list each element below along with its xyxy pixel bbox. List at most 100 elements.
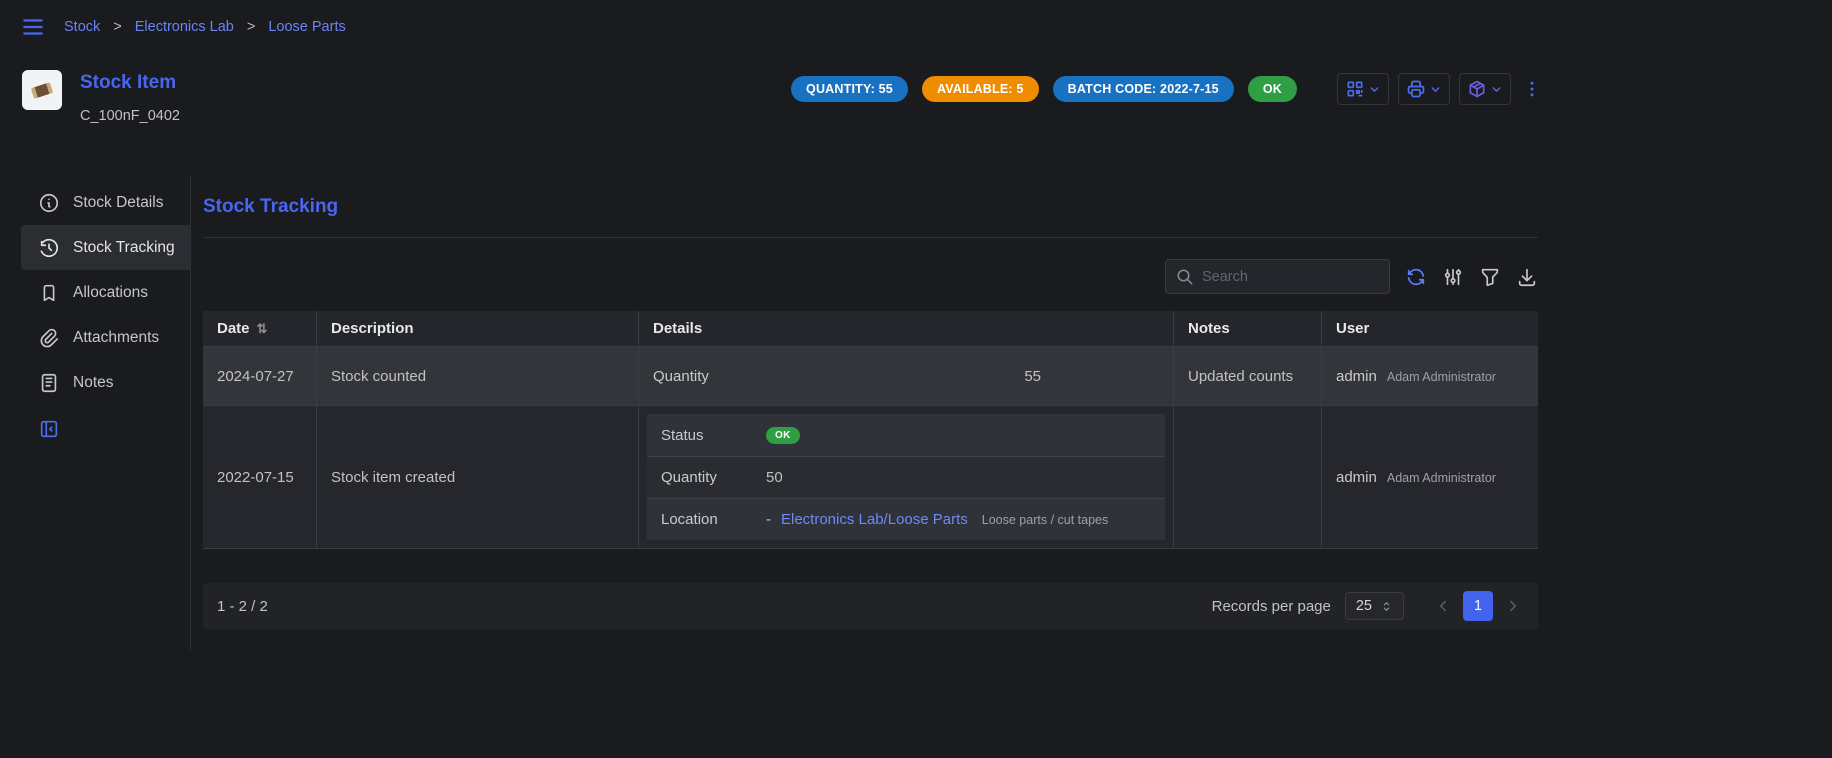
user-full-name: Adam Administrator [1387,471,1496,485]
barcode-actions-button[interactable] [1337,73,1389,105]
search-input[interactable] [1202,269,1379,285]
printer-icon [1406,79,1426,99]
date-value: 2024-07-27 [217,368,294,385]
pagination: 1 [1432,591,1524,621]
records-per-page-value: 25 [1356,598,1372,614]
breadcrumb-separator: > [247,19,255,35]
notes-cell: Updated counts [1174,347,1322,406]
chevron-down-icon [1490,83,1503,96]
ok-status-badge: OK [766,427,800,444]
breadcrumb-link-loose-parts[interactable]: Loose Parts [268,19,345,35]
description-value: Stock item created [331,469,455,486]
filter-funnel-icon [1479,266,1501,288]
stock-item-thumbnail[interactable] [22,70,62,110]
more-options-button[interactable] [1520,76,1544,102]
paperclip-icon [38,327,60,349]
description-value: Stock counted [331,368,426,385]
search-box [1165,259,1390,294]
detail-key: Location [661,511,766,528]
chevron-left-icon [1434,597,1452,615]
page-header: Stock Item C_100nF_0402 QUANTITY: 55 AVA… [0,54,1556,176]
user-cell: admin Adam Administrator [1322,347,1538,406]
content-panel: Stock Tracking [203,176,1538,650]
column-header-label: Notes [1188,320,1230,337]
sidebar-collapse-button[interactable] [38,418,60,440]
username: admin [1336,469,1377,486]
detail-value: 50 [766,469,783,486]
column-header-label: Date [217,320,250,337]
sidebar-collapse-icon [38,418,60,440]
column-header-description[interactable]: Description [317,311,639,347]
detail-row-status: Status OK [647,414,1165,456]
section-divider [203,237,1538,238]
status-badges: QUANTITY: 55 AVAILABLE: 5 BATCH CODE: 20… [791,76,1297,102]
chevron-right-icon [1504,597,1522,615]
notes-icon [38,372,60,394]
column-header-date[interactable]: Date ⇅ [203,311,317,347]
table-row[interactable]: 2024-07-27 Stock counted Quantity 55 Upd… [203,347,1538,406]
user-info: admin Adam Administrator [1336,469,1496,486]
detail-value: 55 [1024,368,1041,385]
page-titles: Stock Item C_100nF_0402 [80,70,180,124]
page-1-button[interactable]: 1 [1463,591,1493,621]
header-actions [1337,73,1544,105]
sidebar-item-allocations[interactable]: Allocations [21,270,190,315]
sidebar-item-label: Notes [73,374,114,392]
print-actions-button[interactable] [1398,73,1450,105]
chevron-down-icon [1429,83,1442,96]
sidebar-item-stock-tracking[interactable]: Stock Tracking [21,225,190,270]
search-icon [1176,268,1194,286]
detail-row-location: Location - Electronics Lab/Loose Parts L… [647,498,1165,540]
date-value: 2022-07-15 [217,469,294,486]
column-header-user[interactable]: User [1322,311,1538,347]
refresh-icon [1405,266,1427,288]
sidebar-item-stock-details[interactable]: Stock Details [21,180,190,225]
breadcrumb-link-electronics-lab[interactable]: Electronics Lab [135,19,234,35]
breadcrumb: Stock > Electronics Lab > Loose Parts [64,19,346,35]
stock-tracking-table: Date ⇅ Description Details Notes User [203,311,1538,549]
history-icon [38,237,60,259]
menu-icon[interactable] [20,14,46,40]
user-full-name: Adam Administrator [1387,370,1496,384]
location-link[interactable]: Electronics Lab/Loose Parts [781,511,968,528]
detail-line-quantity: Quantity 55 [653,368,1159,385]
breadcrumb-link-stock[interactable]: Stock [64,19,100,35]
column-header-notes[interactable]: Notes [1174,311,1322,347]
dots-vertical-icon [1522,79,1542,99]
sidebar-item-label: Attachments [73,329,159,347]
detail-key: Quantity [661,469,766,486]
table-row[interactable]: 2022-07-15 Stock item created Status OK … [203,406,1538,549]
user-cell: admin Adam Administrator [1322,406,1538,549]
sidebar-item-attachments[interactable]: Attachments [21,315,190,360]
column-header-details[interactable]: Details [639,311,1174,347]
table-header-row: Date ⇅ Description Details Notes User [203,311,1538,347]
chevron-down-icon [1368,83,1381,96]
sidebar-item-label: Stock Tracking [73,239,175,257]
column-settings-button[interactable] [1442,266,1464,288]
username: admin [1336,368,1377,385]
app-container: Stock > Electronics Lab > Loose Parts St… [0,0,1556,650]
breadcrumb-separator: > [113,19,121,35]
section-heading: Stock Tracking [203,196,1538,218]
column-header-label: User [1336,320,1369,337]
date-cell: 2024-07-27 [203,347,317,406]
refresh-button[interactable] [1405,266,1427,288]
status-ok-badge: OK [1248,76,1297,102]
page-subtitle: C_100nF_0402 [80,108,180,124]
sort-icon: ⇅ [257,321,268,337]
next-page-button[interactable] [1502,595,1524,617]
filter-button[interactable] [1479,266,1501,288]
sidebar-item-label: Stock Details [73,194,163,212]
column-header-label: Description [331,320,414,337]
download-icon [1516,266,1538,288]
download-button[interactable] [1516,266,1538,288]
selector-icon [1380,600,1393,613]
info-circle-icon [38,192,60,214]
details-cell: Quantity 55 [639,347,1174,406]
sidebar-item-notes[interactable]: Notes [21,360,190,405]
table-footer: 1 - 2 / 2 Records per page 25 [203,583,1538,629]
sidebar-item-label: Allocations [73,284,148,302]
previous-page-button[interactable] [1432,595,1454,617]
records-per-page-select[interactable]: 25 [1345,592,1404,620]
stock-actions-button[interactable] [1459,73,1511,105]
